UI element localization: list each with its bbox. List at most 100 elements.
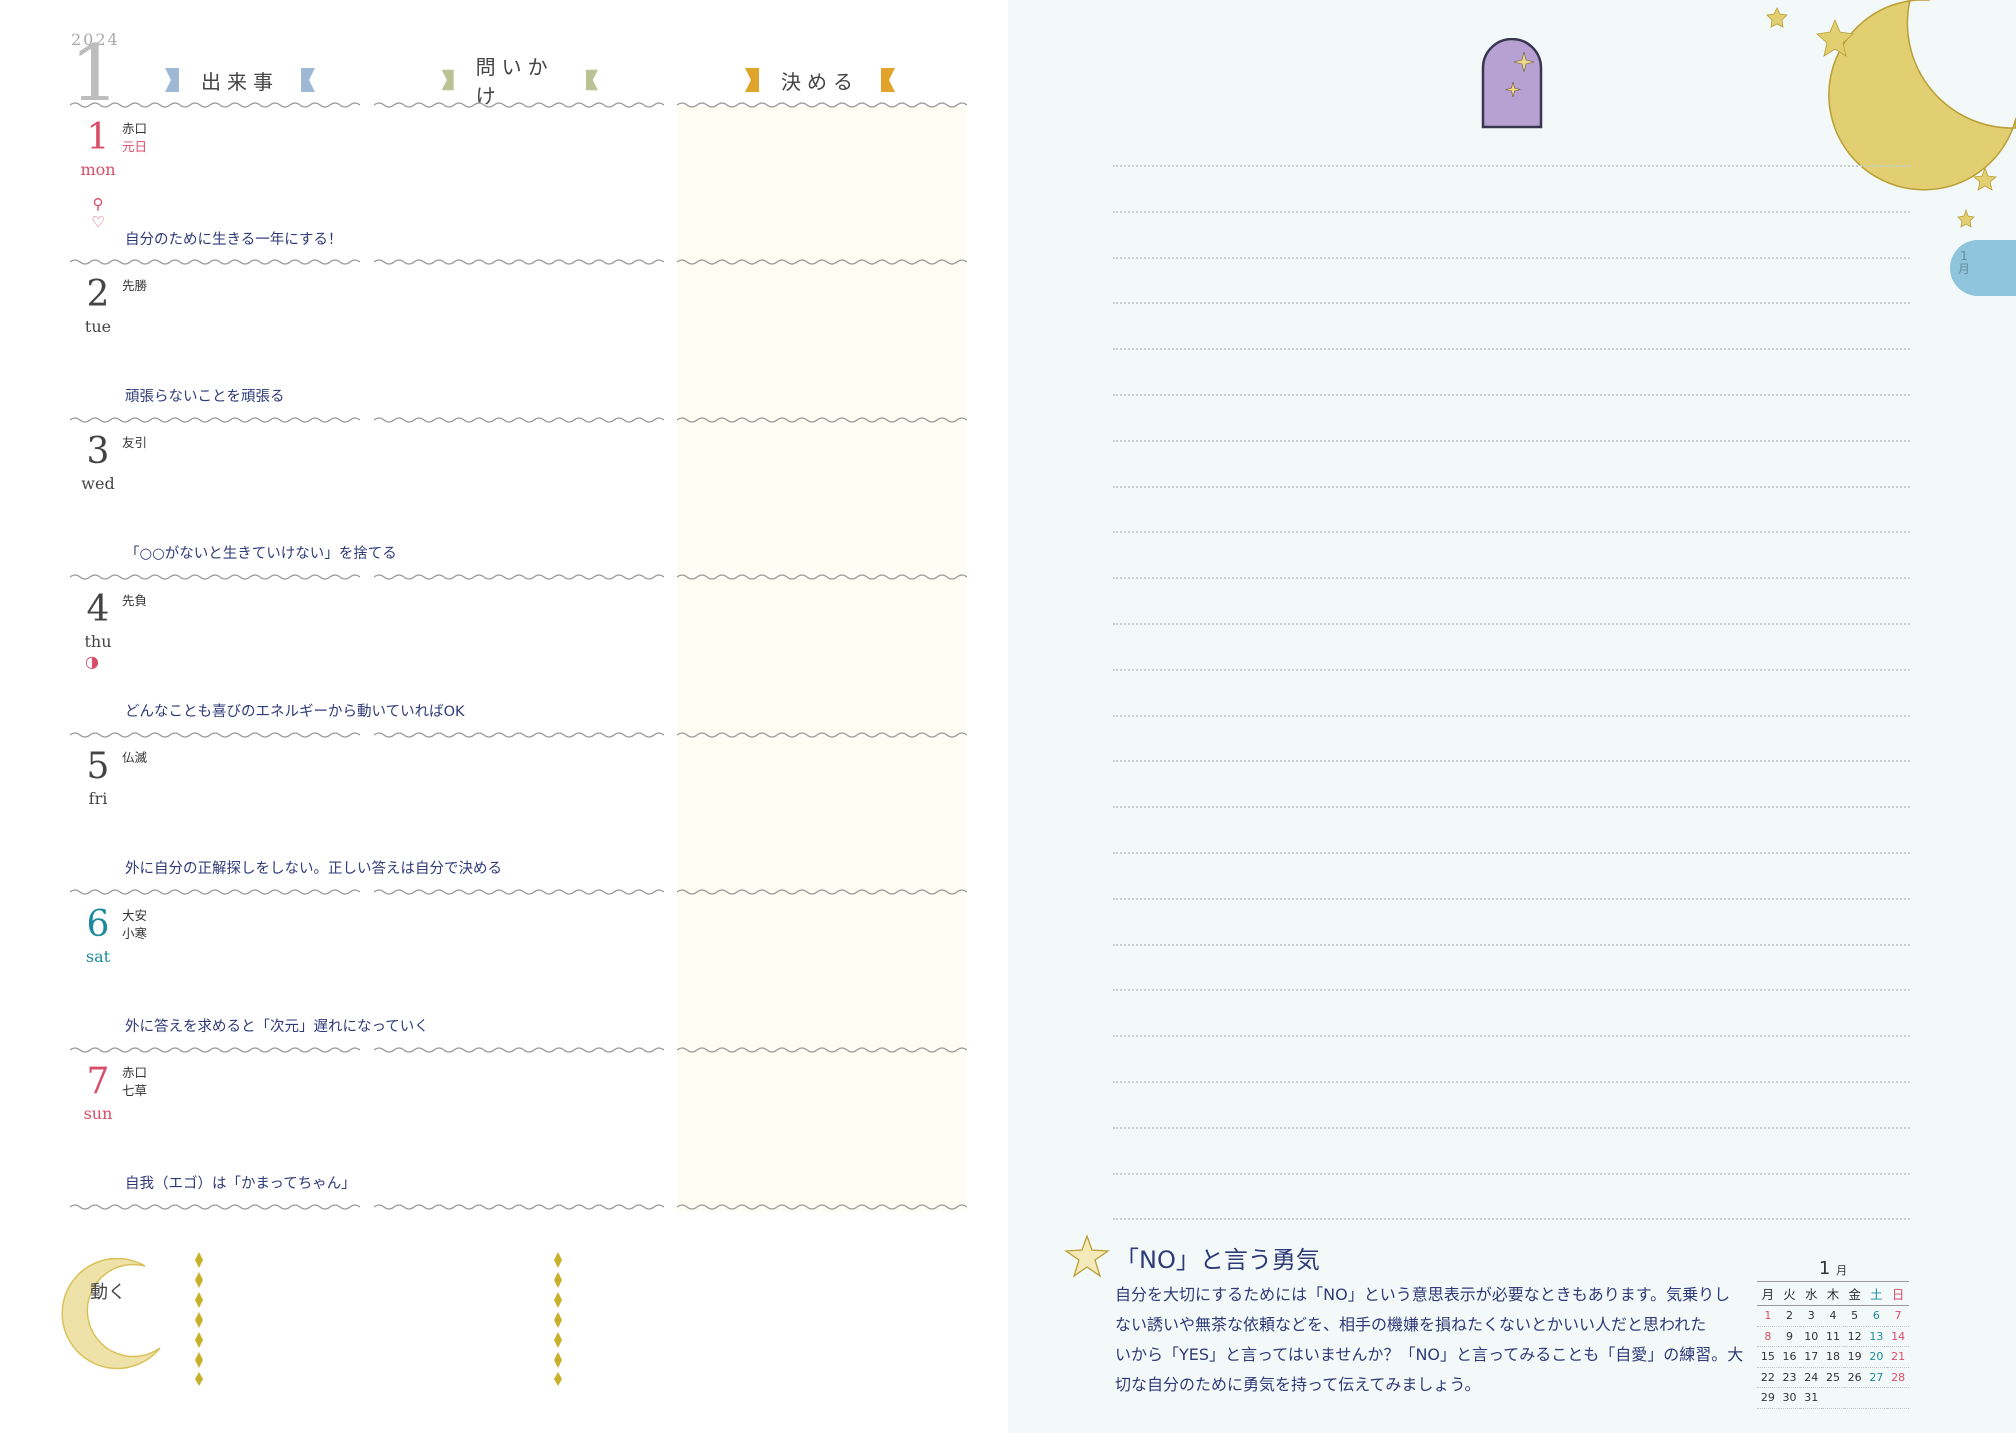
rokuyo-label: 先勝: [122, 277, 147, 295]
day-of-week: sat: [85, 947, 111, 966]
day-number: 4: [86, 589, 110, 630]
weekday-header: 木: [1822, 1281, 1844, 1306]
calendar-day: 11: [1822, 1326, 1844, 1347]
day-of-week: thu: [84, 632, 112, 651]
day-number: 6: [86, 904, 110, 945]
calendar-week-row: 29 30 31: [1757, 1387, 1909, 1409]
heart-icon: ♡: [91, 213, 105, 231]
ruled-line: [1113, 485, 1910, 488]
mini-calendar-title: 1 月: [1757, 1258, 1909, 1279]
rokuyo-label: 赤口 七草: [122, 1064, 147, 1100]
ruled-line: [1113, 760, 1910, 763]
crescent-moon-stars-decoration: [1766, 0, 2016, 228]
weekday-header: 日: [1887, 1281, 1909, 1306]
column-title: 「NO」と言う勇気: [1115, 1246, 1320, 1274]
mini-calendar-month-unit: 月: [1836, 1264, 1848, 1277]
calendar-day: 19: [1843, 1346, 1866, 1368]
calendar-day: [1822, 1387, 1844, 1409]
right-flag-icon: [586, 69, 599, 91]
calendar-day: 6: [1865, 1305, 1888, 1327]
day-of-week: mon: [80, 160, 116, 179]
mini-calendar: 1 月 月火水木金土日 1 2 3 4 5 6 7 8 9 10 11 12 13 14 15 16 17 18 1…: [1757, 1258, 1909, 1409]
calendar-day: 16: [1778, 1346, 1801, 1368]
column-header-decide-label: 決める: [781, 69, 859, 94]
star-icon: [1064, 1234, 1110, 1278]
day-row-7[interactable]: 7 sun 赤口 七草 自我（エゴ）は「かまってちゃん」: [70, 1052, 970, 1209]
diamond-chain-decoration: [554, 1252, 562, 1386]
calendar-day: 15: [1757, 1346, 1779, 1368]
day-number: 7: [86, 1061, 110, 1102]
day-number: 1: [86, 117, 110, 158]
move-label: 動く: [90, 1282, 126, 1303]
calendar-day: 23: [1778, 1367, 1801, 1388]
calendar-day: 4: [1822, 1305, 1844, 1327]
ruled-line: [1113, 394, 1910, 396]
daily-motto: 「○○がないと生きていけない」を捨てる: [125, 546, 397, 562]
day-of-week: wed: [81, 474, 115, 493]
ruled-line: [1113, 302, 1910, 305]
weekday-header: 金: [1843, 1281, 1866, 1306]
daily-motto: どんなことも喜びのエネルギーから動いていればOK: [125, 704, 465, 720]
calendar-day: 30: [1778, 1387, 1801, 1409]
left-flag-icon: [441, 69, 454, 91]
ruled-line: [1113, 165, 1910, 167]
calendar-day: 24: [1800, 1367, 1823, 1388]
ruled-line: [1113, 897, 1910, 900]
day-row-3[interactable]: 3 wed 友引 「○○がないと生きていけない」を捨てる: [70, 422, 970, 579]
day-row-2[interactable]: 2 tue 先勝 頑張らないことを頑張る: [70, 265, 970, 422]
half-moon-icon: ◑: [85, 652, 99, 671]
day-row-5[interactable]: 5 fri 仏滅 外に自分の正解探しをしない。正しい答えは自分で決める: [70, 737, 970, 894]
ruled-line: [1113, 1126, 1910, 1129]
left-flag-icon: [165, 68, 179, 92]
calendar-week-row: 15 16 17 18 19 20 21: [1757, 1346, 1909, 1368]
calendar-week-row: 22 23 24 25 26 27 28: [1757, 1367, 1909, 1388]
rokuyo-text: 先負: [122, 593, 148, 608]
rokuyo-label: 赤口 元日: [122, 120, 147, 156]
calendar-day: 31: [1800, 1387, 1823, 1409]
sprout-icon: ⚲: [92, 195, 104, 213]
column-line: いから「YES」と言ってはいませんか？「NO」と言ってみることも「自愛」の練習。…: [1115, 1345, 1744, 1364]
weekday-header: 土: [1865, 1281, 1888, 1306]
rokuyo-text: 仏滅: [122, 750, 148, 765]
right-flag-icon: [881, 68, 895, 92]
ruled-line: [1113, 1035, 1910, 1038]
column-header-questions: 問いかけ: [440, 55, 600, 108]
calendar-day: 5: [1843, 1305, 1866, 1327]
ruled-line: [1113, 989, 1910, 992]
ruled-line: [1113, 1081, 1910, 1083]
daily-motto: 外に答えを求めると「次元」遅れになっていく: [125, 1019, 429, 1035]
calendar-week-row: 1234567: [1757, 1305, 1909, 1327]
rokuyo-label: 仏滅: [122, 749, 147, 767]
calendar-day: 8: [1757, 1326, 1779, 1347]
ruled-line: [1113, 852, 1910, 854]
ruled-line: [1113, 1172, 1910, 1175]
day-row-1[interactable]: 1 mon 赤口 元日 ⚲ ♡ 自分のために生きる一年にする！: [70, 108, 970, 265]
mini-calendar-grid: 月火水木金土日 1 2 3 4 5 6 7 8 9 10 11 12 13 14 15 16 17 18 19 20 2…: [1757, 1281, 1909, 1409]
ruled-line: [1113, 210, 1910, 213]
calendar-day: 26: [1843, 1367, 1866, 1388]
day-of-week: tue: [84, 317, 112, 336]
ruled-line: [1113, 1218, 1910, 1221]
day-row-6[interactable]: 6 sat 大安 小寒 外に答えを求めると「次元」遅れになっていく: [70, 895, 970, 1052]
day-of-week: sun: [83, 1104, 113, 1123]
day-row-4[interactable]: 4 thu 先負 ◑ どんなことも喜びのエネルギーから動いていればOK: [70, 580, 970, 737]
left-flag-icon: [745, 68, 759, 92]
calendar-day: 18: [1822, 1346, 1844, 1368]
daily-motto: 頑張らないことを頑張る: [125, 389, 285, 405]
ruled-line: [1113, 439, 1910, 442]
rokuyo-label: 友引: [122, 434, 147, 452]
column-body: 自分を大切にするためには「NO」という意思表示が必要なときもあります。気乗りし …: [1115, 1280, 1744, 1400]
rokuyo-text: 大安: [122, 908, 148, 923]
ruled-line: [1113, 806, 1910, 809]
diamond-chain-decoration: [195, 1252, 203, 1386]
calendar-day: 20: [1865, 1346, 1888, 1368]
calendar-day: 22: [1757, 1367, 1779, 1388]
month-index-tab-label: 1月: [1958, 249, 1971, 276]
calendar-day: 25: [1822, 1367, 1844, 1388]
big-month-number: 1: [70, 29, 120, 119]
ruled-line: [1113, 668, 1910, 671]
daily-motto: 外に自分の正解探しをしない。正しい答えは自分で決める: [125, 861, 502, 877]
calendar-day: 27: [1865, 1367, 1888, 1388]
day-number: 2: [86, 274, 110, 315]
calendar-day: 12: [1843, 1326, 1866, 1347]
